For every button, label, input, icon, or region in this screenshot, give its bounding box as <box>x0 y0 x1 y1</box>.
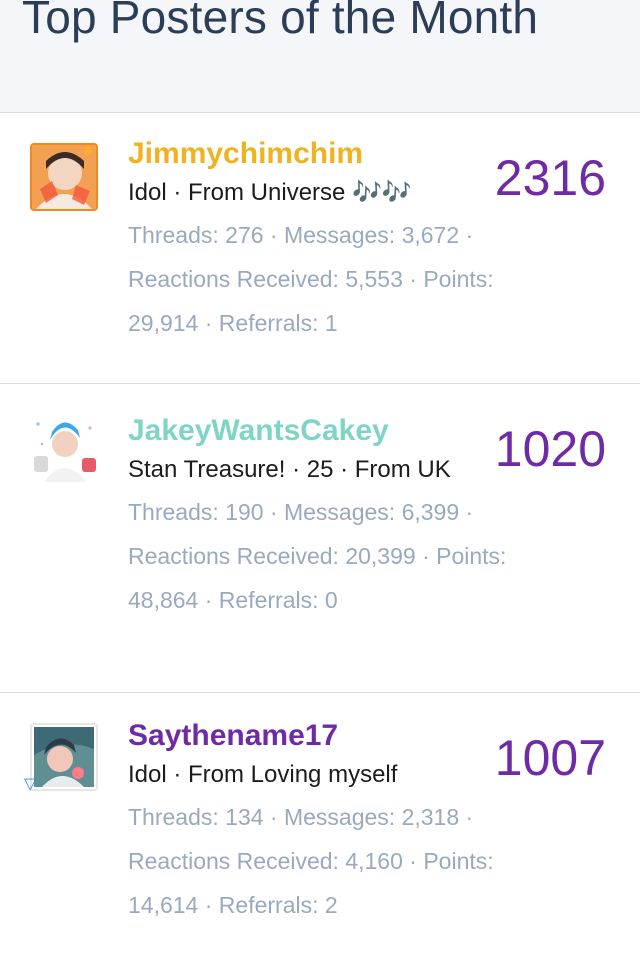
avatar[interactable] <box>30 723 98 791</box>
message-count: 1020 <box>494 421 606 477</box>
avatar-image <box>34 727 94 787</box>
avatar-image <box>32 145 96 209</box>
username-link[interactable]: Saythename17 <box>128 717 468 755</box>
user-stats: Threads: 276 · Messages: 3,672 · Reactio… <box>128 222 494 336</box>
username-link[interactable]: JakeyWantsCakey <box>128 412 468 450</box>
page-header: Top Posters of the Month <box>0 0 640 112</box>
user-title: Idol · From Loving myself <box>128 761 398 788</box>
username-link[interactable]: Jimmychimchim <box>128 135 468 173</box>
message-count: 1007 <box>494 730 606 786</box>
user-title: Stan Treasure! · 25 · From UK <box>128 456 451 483</box>
avatar[interactable] <box>30 143 98 211</box>
user-stats: Threads: 190 · Messages: 6,399 · Reactio… <box>128 499 507 613</box>
badge-icon: ▽ <box>24 776 37 793</box>
avatar[interactable] <box>30 414 98 482</box>
page-title: Top Posters of the Month <box>22 0 539 43</box>
poster-list-item: Jimmychimchim Idol · From Universe 🎶🎶 Th… <box>0 112 640 383</box>
user-stats: Threads: 134 · Messages: 2,318 · Reactio… <box>128 804 494 918</box>
message-count: 2316 <box>494 150 606 206</box>
poster-list-item: JakeyWantsCakey Stan Treasure! · 25 · Fr… <box>0 383 640 692</box>
user-title: Idol · From Universe 🎶🎶 <box>128 179 412 206</box>
avatar-image <box>30 414 98 482</box>
poster-list-item: ▽ Saythename17 Idol · From Loving myself… <box>0 692 640 958</box>
